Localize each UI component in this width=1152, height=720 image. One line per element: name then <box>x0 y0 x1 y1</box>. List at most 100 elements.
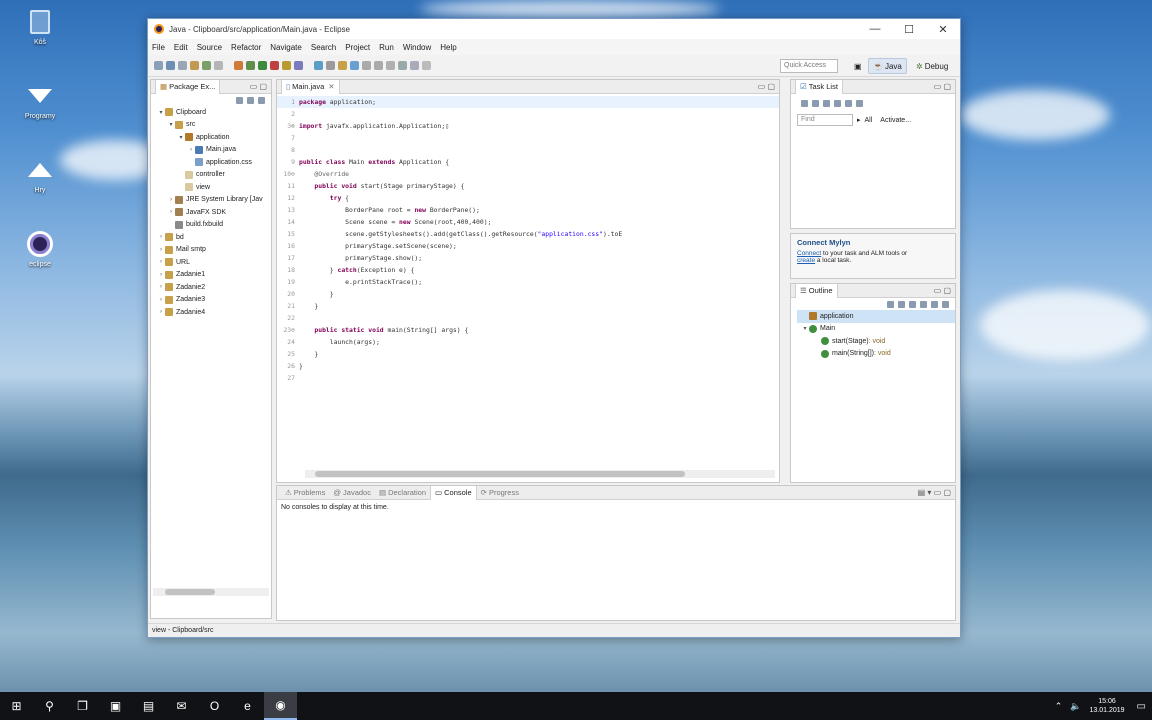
toolbar-button-icon[interactable] <box>234 61 243 70</box>
code-line[interactable]: 20 } <box>277 288 779 300</box>
tree-item-main-java[interactable]: › Main.java <box>153 144 271 157</box>
code-line[interactable]: 27 <box>277 372 779 384</box>
taskbar-eclipse-button[interactable]: ◉ <box>264 692 297 720</box>
tree-item-application-css[interactable]: application.css <box>153 156 271 169</box>
tree-item-zadanie1[interactable]: › Zadanie1 <box>153 269 271 282</box>
tree-item-application[interactable]: ▾ application <box>153 131 271 144</box>
network-icon[interactable]: ⌃ <box>1055 701 1063 712</box>
tab-package-explorer[interactable]: ▦ Package Ex... <box>155 79 221 94</box>
toolbar-button-icon[interactable] <box>154 61 163 70</box>
outline-item-start-stage[interactable]: start(Stage) : void <box>797 335 955 348</box>
all-filter[interactable]: All <box>865 117 873 124</box>
task-list-view-controls[interactable]: ▭ ▢ <box>934 82 951 91</box>
tree-item-zadanie3[interactable]: › Zadanie3 <box>153 294 271 307</box>
expand-arrow-icon[interactable]: › <box>157 247 165 253</box>
hide-nonpublic-icon[interactable] <box>920 300 927 308</box>
editor-view-controls[interactable]: ▭ ▢ <box>758 82 775 91</box>
code-line[interactable]: 18 } catch(Exception e) { <box>277 264 779 276</box>
code-line[interactable]: 13 BorderPane root = new BorderPane(); <box>277 204 779 216</box>
debug-perspective-button[interactable]: ✲ Debug <box>912 58 952 74</box>
toolbar-button-icon[interactable] <box>282 61 291 70</box>
tab-console[interactable]: ▭ Console <box>430 485 477 500</box>
expand-arrow-icon[interactable]: ▾ <box>157 109 165 116</box>
taskbar-mail-button[interactable]: ✉ <box>165 692 198 720</box>
toolbar-button-icon[interactable] <box>258 61 267 70</box>
menu-run[interactable]: Run <box>379 43 394 52</box>
clock[interactable]: 15:06 13.01.2019 <box>1090 697 1125 715</box>
outline-item-main[interactable]: ▾ Main <box>797 323 955 336</box>
open-perspective-button[interactable]: ▣ <box>850 58 866 74</box>
expand-arrow-icon[interactable]: › <box>157 272 165 278</box>
toolbar-button-icon[interactable] <box>202 61 211 70</box>
menu-window[interactable]: Window <box>403 43 431 52</box>
taskbar-edge-button[interactable]: e <box>231 692 264 720</box>
link-editor-icon[interactable] <box>247 96 254 104</box>
tab-javadoc[interactable]: @ Javadoc <box>329 486 375 500</box>
expand-arrow-icon[interactable]: › <box>157 309 165 315</box>
code-line[interactable]: 11 public void start(Stage primaryStage)… <box>277 180 779 192</box>
outline-item-main-string[interactable]: main(String[]) : void <box>797 348 955 361</box>
desktop-icon-upload-arrow[interactable]: Hry <box>18 156 62 194</box>
tab-problems[interactable]: ⚠ Problems <box>281 486 329 500</box>
menu-search[interactable]: Search <box>311 43 336 52</box>
scrollbar-thumb[interactable] <box>315 471 685 477</box>
maximize-button[interactable]: ☐ <box>892 19 926 39</box>
taskbar-windows-start-button[interactable]: ⊞ <box>0 692 33 720</box>
desktop-icon-download-arrow[interactable]: Programy <box>18 82 62 120</box>
filter-icon[interactable] <box>812 99 819 107</box>
menu-file[interactable]: File <box>152 43 165 52</box>
toolbar-button-icon[interactable] <box>314 61 323 70</box>
expand-arrow-icon[interactable]: ▾ <box>801 325 809 332</box>
expand-arrow-icon[interactable]: › <box>157 234 165 240</box>
volume-icon[interactable]: 🔈 <box>1070 701 1081 712</box>
menu-project[interactable]: Project <box>345 43 370 52</box>
tree-item-url[interactable]: › URL <box>153 256 271 269</box>
toolbar-button-icon[interactable] <box>338 61 347 70</box>
expand-arrow-icon[interactable]: › <box>157 284 165 290</box>
toolbar-button-icon[interactable] <box>190 61 199 70</box>
outline-view-controls[interactable]: ▭ ▢ <box>934 286 951 295</box>
java-perspective-button[interactable]: ☕ Java <box>868 58 907 74</box>
tab-declaration[interactable]: ▤ Declaration <box>375 486 430 500</box>
collapse-icon[interactable] <box>834 99 841 107</box>
collapse-all-icon[interactable] <box>236 96 243 104</box>
expand-arrow-icon[interactable]: ▾ <box>167 121 175 128</box>
quick-access-input[interactable]: Quick Access <box>780 59 838 73</box>
tree-item-view[interactable]: view <box>153 181 271 194</box>
toolbar-button-icon[interactable] <box>294 61 303 70</box>
toolbar-button-icon[interactable] <box>270 61 279 70</box>
new-task-icon[interactable] <box>801 99 808 107</box>
menu-source[interactable]: Source <box>197 43 222 52</box>
menu-icon[interactable] <box>856 99 863 107</box>
expand-arrow-icon[interactable]: ▾ <box>177 134 185 141</box>
expand-arrow-icon[interactable]: › <box>187 147 195 153</box>
toolbar-button-icon[interactable] <box>178 61 187 70</box>
taskbar-opera-button[interactable]: O <box>198 692 231 720</box>
desktop-icon-recycle-bin[interactable]: Kôš <box>18 8 62 46</box>
toolbar-button-icon[interactable] <box>214 61 223 70</box>
code-editor[interactable]: 1 package application; 2 3⊕ import javafx.ap… <box>277 94 779 384</box>
expand-arrow-icon[interactable]: › <box>157 297 165 303</box>
toolbar-button-icon[interactable] <box>326 61 335 70</box>
tree-item-zadanie4[interactable]: › Zadanie4 <box>153 306 271 319</box>
toolbar-button-icon[interactable] <box>398 61 407 70</box>
connect-link[interactable]: Connect <box>797 250 821 257</box>
outline-item-application[interactable]: application <box>797 310 955 323</box>
toolbar-button-icon[interactable] <box>166 61 175 70</box>
editor-scrollbar[interactable] <box>305 470 775 478</box>
view-menu-icon[interactable] <box>258 96 265 104</box>
code-line[interactable]: 12 try { <box>277 192 779 204</box>
code-line[interactable]: 19 e.printStackTrace(); <box>277 276 779 288</box>
code-line[interactable]: 21 } <box>277 300 779 312</box>
taskbar-file-explorer-button[interactable]: ▤ <box>132 692 165 720</box>
tree-item-clipboard[interactable]: ▾ Clipboard <box>153 106 271 119</box>
code-line[interactable]: 26} <box>277 360 779 372</box>
view-controls[interactable]: ▭ ▢ <box>250 82 267 91</box>
code-line[interactable]: 15 scene.getStylesheets().add(getClass()… <box>277 228 779 240</box>
code-line[interactable]: 10⊖ @Override <box>277 168 779 180</box>
toolbar-button-icon[interactable] <box>350 61 359 70</box>
sort-icon[interactable] <box>887 300 894 308</box>
hide-static-icon[interactable] <box>909 300 916 308</box>
link-icon[interactable] <box>931 300 938 308</box>
tab-task-list[interactable]: ☑ Task List <box>795 79 843 94</box>
